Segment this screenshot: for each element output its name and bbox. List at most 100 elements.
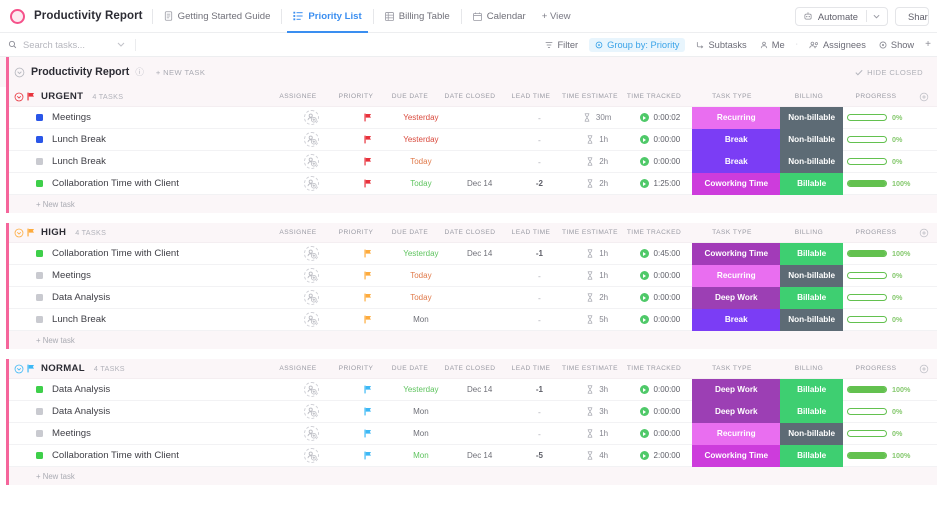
table-row[interactable]: Meetings Today - 1h 0:00:00 Recurring Non-bil…	[6, 264, 937, 287]
task-type-cell[interactable]: Deep Work	[692, 378, 781, 401]
column-header-lead-time[interactable]: LEAD TIME	[503, 365, 559, 372]
avatar[interactable]	[303, 132, 319, 147]
new-task-row[interactable]: + New task	[6, 331, 937, 349]
column-header-progress[interactable]: PROGRESS	[841, 229, 911, 236]
column-header-date-closed[interactable]: DATE CLOSED	[437, 93, 503, 100]
time-estimate-cell[interactable]: 1h	[567, 243, 628, 264]
due-date-cell[interactable]: Mon	[394, 445, 447, 466]
avatar[interactable]	[303, 290, 319, 305]
assignee-cell[interactable]	[281, 287, 342, 308]
time-tracked-cell[interactable]: 1:25:00	[628, 173, 693, 194]
date-closed-cell[interactable]: Dec 14	[447, 445, 512, 466]
assignee-cell[interactable]	[281, 243, 342, 264]
time-estimate-cell[interactable]: 1h	[567, 423, 628, 444]
status-square[interactable]	[36, 114, 43, 121]
time-tracked-cell[interactable]: 0:00:00	[628, 379, 693, 400]
column-header-date-closed[interactable]: DATE CLOSED	[437, 365, 503, 372]
time-tracked-cell[interactable]: 0:00:00	[628, 423, 693, 444]
time-tracked-cell[interactable]: 0:00:00	[628, 129, 693, 150]
collapse-group-icon[interactable]	[14, 92, 24, 102]
play-timer-icon[interactable]	[639, 315, 649, 324]
time-estimate-cell[interactable]: 1h	[567, 265, 628, 286]
priority-cell[interactable]	[342, 287, 395, 308]
new-task-row[interactable]: + New task	[6, 195, 937, 213]
task-name-cell[interactable]: Meetings	[14, 428, 281, 439]
filter-subtasks[interactable]: Subtasks	[694, 39, 748, 51]
task-type-cell[interactable]: Recurring	[692, 264, 781, 287]
priority-cell[interactable]	[342, 173, 395, 194]
column-header-progress[interactable]: PROGRESS	[841, 365, 911, 372]
avatar[interactable]	[303, 176, 319, 191]
play-timer-icon[interactable]	[639, 135, 649, 144]
assignee-cell[interactable]	[281, 265, 342, 286]
priority-cell[interactable]	[342, 423, 395, 444]
column-header-billing[interactable]: BILLING	[777, 93, 841, 100]
progress-cell[interactable]: 0%	[843, 135, 912, 144]
due-date-cell[interactable]: Today	[394, 173, 447, 194]
priority-cell[interactable]	[342, 129, 395, 150]
time-estimate-cell[interactable]: 4h	[567, 445, 628, 466]
play-timer-icon[interactable]	[639, 385, 649, 394]
collapse-group-icon[interactable]	[14, 228, 24, 238]
date-closed-cell[interactable]	[447, 423, 512, 444]
time-tracked-cell[interactable]: 0:45:00	[628, 243, 693, 264]
lead-time-cell[interactable]: -	[512, 265, 567, 286]
column-header-lead-time[interactable]: LEAD TIME	[503, 93, 559, 100]
table-row[interactable]: Collaboration Time with Client Yesterday…	[6, 242, 937, 265]
avatar[interactable]	[303, 110, 319, 125]
new-task-button[interactable]: + NEW TASK	[156, 68, 206, 77]
priority-cell[interactable]	[342, 309, 395, 330]
status-square[interactable]	[36, 430, 43, 437]
task-name-cell[interactable]: Data Analysis	[14, 384, 281, 395]
table-row[interactable]: Data Analysis Yesterday Dec 14 -1 3h 0:00:00…	[6, 378, 937, 401]
column-header-priority[interactable]: PRIORITY	[329, 229, 383, 236]
time-estimate-cell[interactable]: 30m	[567, 107, 628, 128]
status-square[interactable]	[36, 136, 43, 143]
table-row[interactable]: Lunch Break Today - 2h 0:00:00 Break Non-bill…	[6, 150, 937, 173]
billing-cell[interactable]: Non-billable	[780, 422, 843, 445]
avatar[interactable]	[303, 246, 319, 261]
date-closed-cell[interactable]: Dec 14	[447, 243, 512, 264]
filter-assignees[interactable]: Assignees	[807, 39, 868, 51]
assignee-cell[interactable]	[281, 151, 342, 172]
search-box[interactable]	[8, 39, 128, 50]
priority-cell[interactable]	[342, 445, 395, 466]
task-name-cell[interactable]: Collaboration Time with Client	[14, 450, 281, 461]
task-name-cell[interactable]: Lunch Break	[14, 314, 281, 325]
play-timer-icon[interactable]	[639, 157, 649, 166]
task-name-cell[interactable]: Lunch Break	[14, 156, 281, 167]
due-date-cell[interactable]: Yesterday	[394, 243, 447, 264]
date-closed-cell[interactable]	[447, 129, 512, 150]
collapse-list-icon[interactable]	[14, 67, 25, 78]
column-header-time-tracked[interactable]: TIME TRACKED	[621, 93, 687, 100]
status-square[interactable]	[36, 272, 43, 279]
billing-cell[interactable]: Billable	[780, 378, 843, 401]
time-estimate-cell[interactable]: 3h	[567, 401, 628, 422]
time-estimate-cell[interactable]: 2h	[567, 151, 628, 172]
date-closed-cell[interactable]	[447, 401, 512, 422]
tab-priority-list[interactable]: Priority List	[287, 0, 369, 33]
billing-cell[interactable]: Billable	[780, 400, 843, 423]
due-date-cell[interactable]: Mon	[394, 309, 447, 330]
assignee-cell[interactable]	[281, 309, 342, 330]
task-type-cell[interactable]: Break	[692, 308, 781, 331]
due-date-cell[interactable]: Today	[394, 151, 447, 172]
avatar[interactable]	[303, 154, 319, 169]
time-tracked-cell[interactable]: 0:00:00	[628, 287, 693, 308]
progress-cell[interactable]: 0%	[843, 113, 912, 122]
collapse-group-icon[interactable]	[14, 364, 24, 374]
assignee-cell[interactable]	[281, 107, 342, 128]
table-row[interactable]: Lunch Break Mon - 5h 0:00:00 Break Non-billab…	[6, 308, 937, 331]
task-type-cell[interactable]: Coworking Time	[692, 172, 781, 195]
progress-cell[interactable]: 0%	[843, 407, 912, 416]
time-tracked-cell[interactable]: 0:00:00	[628, 309, 693, 330]
add-filter-icon[interactable]: +	[925, 39, 931, 50]
column-header-task-type[interactable]: TASK TYPE	[687, 229, 777, 236]
automate-button[interactable]: Automate	[794, 6, 888, 26]
billing-cell[interactable]: Billable	[780, 286, 843, 309]
table-row[interactable]: Meetings Mon - 1h 0:00:00 Recurring Non-billa…	[6, 422, 937, 445]
billing-cell[interactable]: Non-billable	[780, 150, 843, 173]
assignee-cell[interactable]	[281, 173, 342, 194]
billing-cell[interactable]: Billable	[780, 242, 843, 265]
lead-time-cell[interactable]: -	[512, 129, 567, 150]
